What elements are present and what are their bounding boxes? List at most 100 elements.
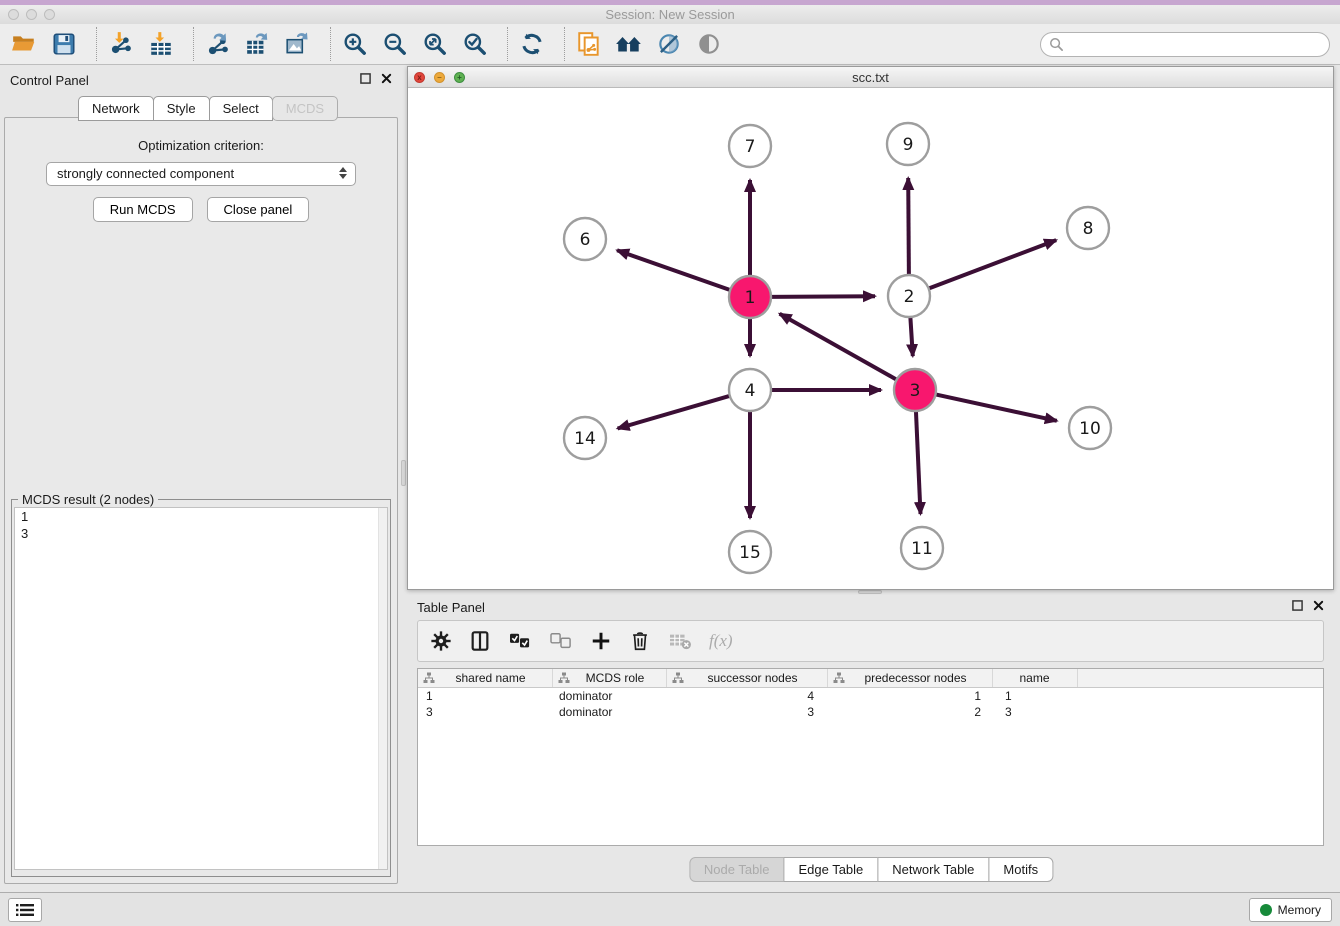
column-header-mcds-role[interactable]: MCDS role [553, 669, 667, 687]
settings-gear-icon[interactable] [430, 630, 452, 652]
export-image-icon[interactable] [282, 28, 314, 60]
import-network-icon[interactable] [105, 28, 137, 60]
close-panel-icon[interactable] [1313, 600, 1324, 611]
add-icon[interactable] [590, 630, 612, 652]
column-header-name[interactable]: name [993, 669, 1078, 687]
function-icon[interactable]: f(x) [709, 631, 733, 651]
network-view-window: x – + scc.txt 7968124314101511 [407, 66, 1334, 590]
cell-predecessor-nodes[interactable]: 2 [828, 705, 993, 719]
maximize-window-icon[interactable] [44, 9, 55, 20]
node-table[interactable]: shared name MCDS role successor nodes pr… [417, 668, 1324, 846]
search-input[interactable] [1064, 35, 1329, 55]
toolbar-separator [193, 27, 194, 61]
graph-node-label: 14 [574, 429, 596, 449]
network-maximize-icon[interactable]: + [454, 72, 465, 83]
delete-table-icon[interactable] [668, 631, 692, 651]
graph-node-label: 10 [1079, 419, 1101, 439]
refresh-icon[interactable] [516, 28, 548, 60]
graph-edge[interactable] [617, 250, 731, 290]
tab-style[interactable]: Style [153, 96, 210, 121]
search-field[interactable] [1040, 32, 1330, 57]
select-all-icon[interactable] [508, 631, 532, 651]
tab-select[interactable]: Select [209, 96, 273, 121]
network-file-icon[interactable] [573, 28, 605, 60]
memory-button[interactable]: Memory [1249, 898, 1332, 922]
tab-node-table[interactable]: Node Table [689, 857, 785, 882]
deselect-all-icon[interactable] [549, 631, 573, 651]
table-row[interactable]: 1 dominator 4 1 1 [418, 688, 1323, 704]
cell-mcds-role[interactable]: dominator [553, 705, 667, 719]
tab-mcds[interactable]: MCDS [272, 96, 338, 121]
minimize-window-icon[interactable] [26, 9, 37, 20]
cell-successor-nodes[interactable]: 4 [667, 689, 828, 703]
cell-shared-name[interactable]: 3 [418, 705, 553, 719]
result-scrollbar[interactable] [378, 508, 387, 869]
cell-predecessor-nodes[interactable]: 1 [828, 689, 993, 703]
home-icon[interactable] [613, 28, 645, 60]
tab-network[interactable]: Network [78, 96, 154, 121]
graph-edge[interactable] [770, 296, 875, 297]
graph-edge[interactable] [780, 314, 898, 381]
graph-edge[interactable] [908, 178, 909, 276]
cell-name[interactable]: 3 [993, 705, 1078, 719]
column-header-successor-nodes[interactable]: successor nodes [667, 669, 828, 687]
column-header-shared-name[interactable]: shared name [418, 669, 553, 687]
main-toolbar [0, 24, 1340, 65]
graph-edge[interactable] [935, 394, 1057, 421]
network-canvas[interactable]: 7968124314101511 [408, 88, 1333, 589]
horizontal-split-handle[interactable] [858, 590, 882, 594]
network-close-icon[interactable]: x [414, 72, 425, 83]
cell-name[interactable]: 1 [993, 689, 1078, 703]
run-mcds-button[interactable]: Run MCDS [93, 197, 193, 222]
tab-network-table[interactable]: Network Table [877, 857, 989, 882]
vertical-split-handle[interactable] [401, 460, 406, 486]
table-header-row: shared name MCDS role successor nodes pr… [418, 669, 1323, 688]
table-row[interactable]: 3 dominator 3 2 3 [418, 704, 1323, 720]
close-panel-icon[interactable] [381, 73, 392, 84]
traffic-lights[interactable] [8, 9, 55, 20]
window-title: Session: New Session [605, 7, 734, 22]
task-history-button[interactable] [8, 898, 42, 922]
column-icon[interactable] [469, 630, 491, 652]
close-window-icon[interactable] [8, 9, 19, 20]
graph-node-label: 2 [904, 287, 915, 307]
hide-icon[interactable] [693, 28, 725, 60]
memory-status-icon [1260, 904, 1272, 916]
style-toggle-icon[interactable] [653, 28, 685, 60]
tab-edge-table[interactable]: Edge Table [783, 857, 878, 882]
network-window-title: scc.txt [852, 70, 889, 85]
zoom-in-icon[interactable] [339, 28, 371, 60]
delete-icon[interactable] [629, 630, 651, 652]
save-icon[interactable] [48, 28, 80, 60]
network-window-titlebar[interactable]: x – + scc.txt [408, 67, 1333, 88]
mcds-result-box: MCDS result (2 nodes) 1 3 [11, 492, 391, 877]
mcds-result-list[interactable]: 1 3 [14, 507, 388, 870]
export-table-icon[interactable] [242, 28, 274, 60]
float-panel-icon[interactable] [360, 73, 371, 84]
attribute-tree-icon [423, 672, 435, 684]
mcds-panel: Optimization criterion: strongly connect… [4, 117, 398, 884]
optimization-criterion-select[interactable]: strongly connected component [46, 162, 356, 186]
float-panel-icon[interactable] [1292, 600, 1303, 611]
zoom-selected-icon[interactable] [459, 28, 491, 60]
export-network-icon[interactable] [202, 28, 234, 60]
optimization-criterion-label: Optimization criterion: [5, 138, 397, 153]
network-minimize-icon[interactable]: – [434, 72, 445, 83]
close-panel-button[interactable]: Close panel [207, 197, 310, 222]
open-file-icon[interactable] [8, 28, 40, 60]
graph-edge[interactable] [910, 316, 913, 356]
column-header-predecessor-nodes[interactable]: predecessor nodes [828, 669, 993, 687]
cell-shared-name[interactable]: 1 [418, 689, 553, 703]
zoom-out-icon[interactable] [379, 28, 411, 60]
graph-edge[interactable] [618, 396, 731, 429]
zoom-fit-icon[interactable] [419, 28, 451, 60]
cell-successor-nodes[interactable]: 3 [667, 705, 828, 719]
cell-mcds-role[interactable]: dominator [553, 689, 667, 703]
attribute-tree-icon [672, 672, 684, 684]
mcds-result-title: MCDS result (2 nodes) [18, 492, 158, 507]
search-icon [1049, 37, 1064, 52]
graph-edge[interactable] [928, 240, 1056, 289]
graph-edge[interactable] [916, 410, 921, 514]
import-table-icon[interactable] [145, 28, 177, 60]
tab-motifs[interactable]: Motifs [988, 857, 1053, 882]
